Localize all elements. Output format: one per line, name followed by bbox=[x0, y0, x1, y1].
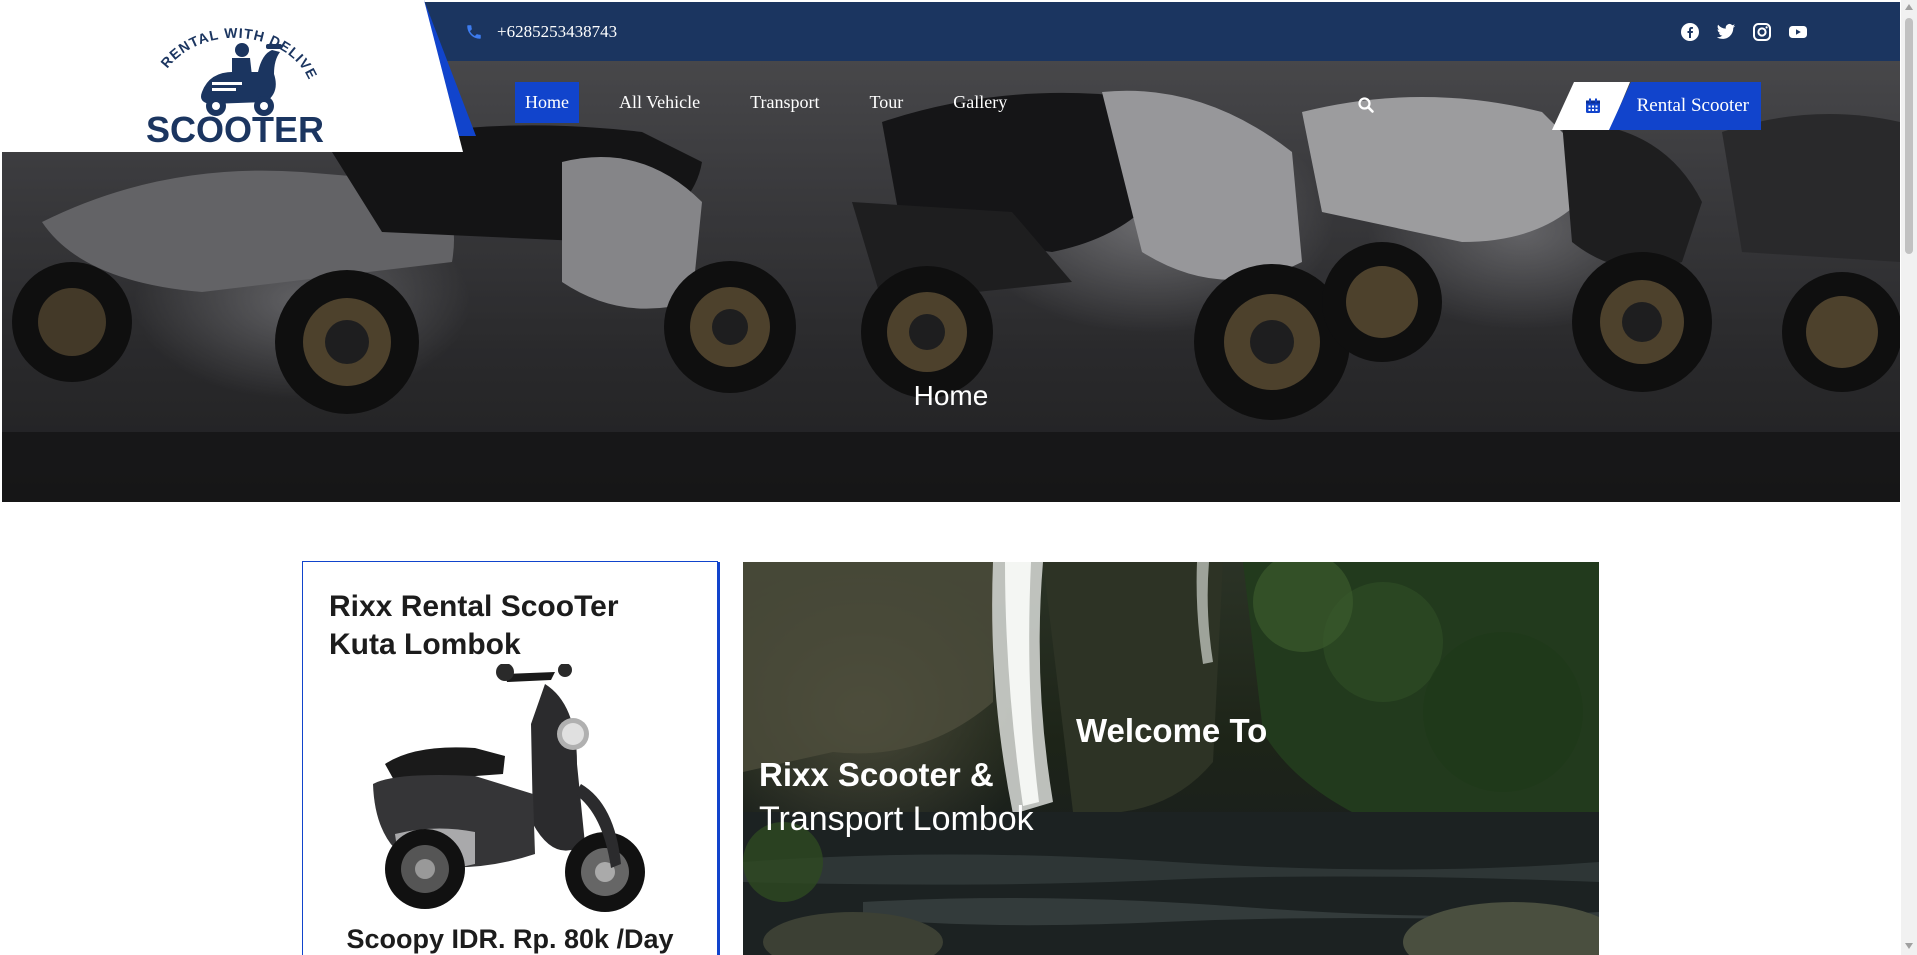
scooter-logo-icon: RENTAL WITH DELIVERY SCOOTER bbox=[135, 1, 324, 150]
search-icon[interactable] bbox=[1357, 96, 1375, 114]
phone-icon bbox=[465, 23, 483, 41]
logo-wordmark: SCOOTER bbox=[146, 109, 324, 148]
rental-scooter-button[interactable]: Rental Scooter bbox=[1609, 82, 1761, 130]
nav-item-all-vehicle[interactable]: All Vehicle bbox=[609, 82, 710, 123]
page-scrollbar[interactable] bbox=[1901, 0, 1917, 955]
social-links bbox=[1680, 22, 1808, 42]
phone-contact[interactable]: +6285253438743 bbox=[465, 22, 617, 42]
nav-item-gallery[interactable]: Gallery bbox=[943, 82, 1017, 123]
calendar-icon bbox=[1584, 97, 1602, 115]
hero-title: Home bbox=[913, 380, 989, 411]
welcome-heading: Welcome To bbox=[1076, 712, 1268, 749]
card-price: Scoopy IDR. Rp. 80k /Day bbox=[346, 924, 674, 954]
phone-number: +6285253438743 bbox=[497, 22, 618, 41]
welcome-subtitle: Transport Lombok bbox=[759, 800, 1034, 838]
nav-item-tour[interactable]: Tour bbox=[860, 82, 914, 123]
scroll-down-arrow-icon[interactable] bbox=[1905, 943, 1913, 949]
nav-item-home[interactable]: Home bbox=[515, 82, 579, 123]
twitter-icon[interactable] bbox=[1716, 22, 1736, 42]
welcome-banner: Welcome To Rixx Scooter & Transport Lomb… bbox=[743, 562, 1599, 955]
instagram-icon[interactable] bbox=[1752, 22, 1772, 42]
nav-item-transport[interactable]: Transport bbox=[740, 82, 829, 123]
svg-text:RENTAL WITH DELIVERY: RENTAL WITH DELIVERY bbox=[140, 14, 321, 82]
scooter-product-image bbox=[373, 664, 645, 912]
youtube-icon[interactable] bbox=[1788, 22, 1808, 42]
site-logo[interactable]: RENTAL WITH DELIVERY SCOOTER bbox=[135, 1, 330, 153]
facebook-icon[interactable] bbox=[1680, 22, 1700, 42]
main-nav: Home All Vehicle Transport Tour Gallery bbox=[515, 82, 1047, 123]
scooter-promo-card: Rixx Rental ScooTer Kuta Lombok Scoopy I… bbox=[302, 561, 718, 955]
logo-arc-text: RENTAL WITH DELIVERY bbox=[135, 1, 320, 82]
welcome-brand-name: Rixx Scooter & bbox=[759, 756, 994, 793]
scrollbar-thumb[interactable] bbox=[1905, 18, 1913, 254]
card-title: Rixx Rental ScooTer Kuta Lombok bbox=[329, 590, 619, 661]
scroll-up-arrow-icon[interactable] bbox=[1905, 4, 1913, 10]
